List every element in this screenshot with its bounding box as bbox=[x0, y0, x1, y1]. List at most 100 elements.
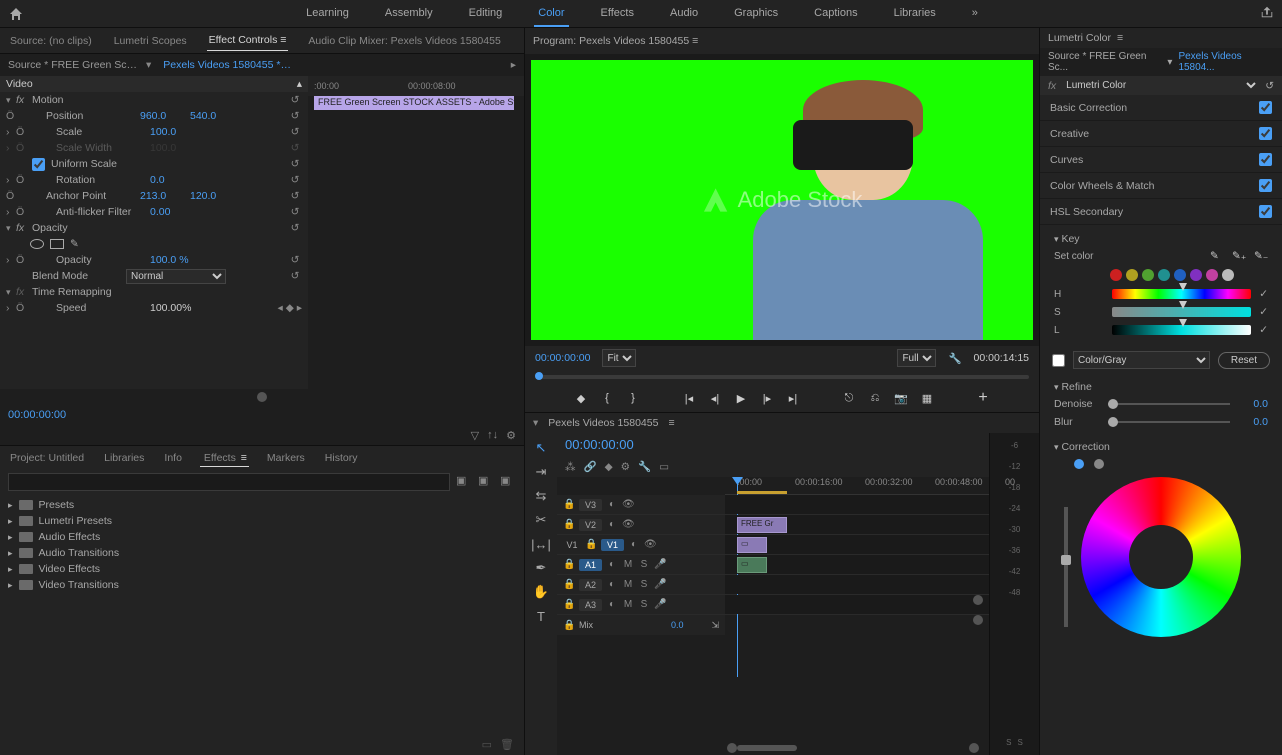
track-toggle[interactable]: V3 bbox=[579, 499, 602, 511]
position-x[interactable]: 960.0 bbox=[140, 110, 190, 122]
slip-tool-icon[interactable]: |↔| bbox=[531, 535, 551, 553]
fit-select[interactable]: Fit bbox=[602, 349, 636, 367]
new-bin-icon[interactable]: ▭ bbox=[482, 738, 492, 751]
reset-icon[interactable]: ↺ bbox=[288, 206, 302, 218]
reset-icon[interactable]: ↺ bbox=[288, 270, 302, 282]
section-creative[interactable]: Creative bbox=[1040, 121, 1282, 147]
workspace-assembly[interactable]: Assembly bbox=[381, 1, 437, 27]
mute-icon[interactable]: M bbox=[622, 579, 634, 590]
tab-source[interactable]: Source: (no clips) bbox=[8, 31, 94, 51]
32bit-badge-icon[interactable]: ▣ bbox=[478, 474, 494, 490]
timeline-ruler[interactable]: :00:00 00:00:16:00 00:00:32:00 00:00:48:… bbox=[725, 477, 989, 495]
folder-lumetri-presets[interactable]: Lumetri Presets bbox=[8, 513, 516, 529]
check-icon[interactable]: ✓ bbox=[1259, 288, 1268, 300]
color-gray-checkbox[interactable] bbox=[1052, 354, 1065, 367]
reset-icon[interactable]: ↺ bbox=[1265, 80, 1274, 92]
ec-opacity-group[interactable]: fx Opacity ↺ bbox=[0, 220, 308, 236]
workspace-color[interactable]: Color bbox=[534, 1, 568, 27]
mark-out-icon[interactable]: } bbox=[625, 392, 641, 404]
snap-icon[interactable]: ⁂ bbox=[565, 461, 576, 473]
lock-icon[interactable]: 🔒 bbox=[585, 539, 597, 550]
solo-indicator[interactable]: S bbox=[1006, 738, 1011, 747]
tab-markers[interactable]: Markers bbox=[265, 450, 307, 467]
selection-tool-icon[interactable]: ↖ bbox=[531, 439, 551, 457]
track-toggle[interactable]: V1 bbox=[601, 539, 624, 551]
wrench-icon[interactable]: 🔧 bbox=[638, 460, 651, 473]
program-timecode[interactable]: 00:00:00:00 bbox=[535, 352, 590, 364]
denoise-slider[interactable] bbox=[1108, 403, 1230, 405]
color-gray-select[interactable]: Color/Gray bbox=[1073, 351, 1210, 369]
timeline-sequence-tab[interactable]: Pexels Videos 1580455 bbox=[548, 417, 658, 429]
hand-tool-icon[interactable]: ✋ bbox=[531, 583, 551, 601]
settings-icon[interactable]: ⚙ bbox=[621, 461, 630, 473]
swatch-yellow[interactable] bbox=[1126, 269, 1138, 281]
solo-icon[interactable]: S bbox=[638, 599, 650, 610]
reset-icon[interactable]: ↺ bbox=[288, 158, 302, 170]
eye-icon[interactable]: 👁 bbox=[644, 539, 656, 550]
eye-icon[interactable]: 👁 bbox=[622, 519, 634, 530]
voiceover-icon[interactable]: 🎤 bbox=[654, 599, 666, 610]
add-button-icon[interactable]: + bbox=[975, 389, 991, 407]
caption-icon[interactable]: ▭ bbox=[659, 461, 669, 473]
workspace-overflow-icon[interactable]: » bbox=[968, 1, 982, 27]
eyedropper-sub-icon[interactable]: ✎₋ bbox=[1254, 250, 1268, 262]
ec-timeline[interactable]: :00:00 00:00:08:00 FREE Green Screen STO… bbox=[308, 76, 524, 389]
uniform-scale-checkbox[interactable] bbox=[32, 158, 45, 171]
color-wheel[interactable] bbox=[1081, 477, 1241, 637]
sync-lock-icon[interactable]: ◐ bbox=[628, 539, 640, 550]
opacity-value[interactable]: 100.0 % bbox=[150, 254, 200, 266]
mute-icon[interactable]: M bbox=[622, 559, 634, 570]
trash-icon[interactable]: 🗑 bbox=[500, 738, 514, 751]
workspace-graphics[interactable]: Graphics bbox=[730, 1, 782, 27]
lumetri-effect-select[interactable]: Lumetri Color bbox=[1062, 79, 1259, 92]
accel-badge-icon[interactable]: ▣ bbox=[456, 474, 472, 490]
swatch-white[interactable] bbox=[1222, 269, 1234, 281]
folder-video-effects[interactable]: Video Effects bbox=[8, 561, 516, 577]
ec-timecode[interactable]: 00:00:00:00 bbox=[0, 405, 524, 425]
reset-icon[interactable]: ↺ bbox=[288, 94, 302, 106]
step-forward-icon[interactable]: |▸ bbox=[759, 392, 775, 405]
workspace-captions[interactable]: Captions bbox=[810, 1, 861, 27]
blend-mode-select[interactable]: Normal bbox=[126, 269, 226, 284]
source-patch-v1[interactable]: V1 bbox=[563, 540, 581, 550]
track-toggle[interactable]: A3 bbox=[579, 599, 602, 611]
track-select-tool-icon[interactable]: ⇥ bbox=[531, 463, 551, 481]
lock-icon[interactable]: 🔒 bbox=[563, 620, 575, 631]
antiflicker-value[interactable]: 0.00 bbox=[150, 206, 200, 218]
swatch-red[interactable] bbox=[1110, 269, 1122, 281]
luma-slider[interactable] bbox=[1112, 325, 1251, 335]
v-scroll-thumb[interactable] bbox=[973, 615, 983, 625]
lift-icon[interactable]: ⎋ bbox=[841, 392, 857, 405]
filter-icon[interactable]: ▽ bbox=[471, 429, 479, 442]
reset-icon[interactable]: ↺ bbox=[288, 254, 302, 266]
marker-icon[interactable]: ◆ bbox=[605, 461, 613, 473]
folder-audio-transitions[interactable]: Audio Transitions bbox=[8, 545, 516, 561]
workspace-audio[interactable]: Audio bbox=[666, 1, 702, 27]
solo-indicator[interactable]: S bbox=[1018, 738, 1023, 747]
audio-clip[interactable]: ▭ bbox=[737, 557, 767, 573]
playhead-icon[interactable] bbox=[535, 372, 543, 380]
tab-libraries[interactable]: Libraries bbox=[102, 450, 146, 467]
swatch-blue[interactable] bbox=[1174, 269, 1186, 281]
export-frame-icon[interactable]: 📷 bbox=[893, 392, 909, 405]
check-icon[interactable]: ✓ bbox=[1259, 324, 1268, 336]
swatch-cyan[interactable] bbox=[1158, 269, 1170, 281]
ec-category-video[interactable]: Video▴ bbox=[0, 76, 308, 92]
eyedropper-icon[interactable]: ✎ bbox=[1210, 250, 1224, 262]
tab-project[interactable]: Project: Untitled bbox=[8, 450, 86, 467]
tab-audio-clip-mixer[interactable]: Audio Clip Mixer: Pexels Videos 1580455 bbox=[306, 31, 502, 51]
program-view[interactable]: Adobe Stock bbox=[531, 60, 1033, 340]
reset-icon[interactable]: ↺ bbox=[288, 222, 302, 234]
settings-icon[interactable]: ⚙ bbox=[506, 429, 516, 442]
play-icon[interactable]: ▶ bbox=[733, 392, 749, 405]
tab-info[interactable]: Info bbox=[162, 450, 184, 467]
add-marker-icon[interactable]: ◆ bbox=[573, 392, 589, 405]
tab-program[interactable]: Program: Pexels Videos 1580455 ≡ bbox=[533, 35, 698, 47]
ec-time-remap-group[interactable]: fx Time Remapping bbox=[0, 284, 308, 300]
sort-icon[interactable]: ↑↓ bbox=[487, 429, 498, 441]
scale-value[interactable]: 100.0 bbox=[150, 126, 200, 138]
zoom-in-handle[interactable] bbox=[969, 743, 979, 753]
voiceover-icon[interactable]: 🎤 bbox=[654, 579, 666, 590]
comparison-icon[interactable]: ▦ bbox=[919, 392, 935, 405]
section-basic-correction[interactable]: Basic Correction bbox=[1040, 95, 1282, 121]
